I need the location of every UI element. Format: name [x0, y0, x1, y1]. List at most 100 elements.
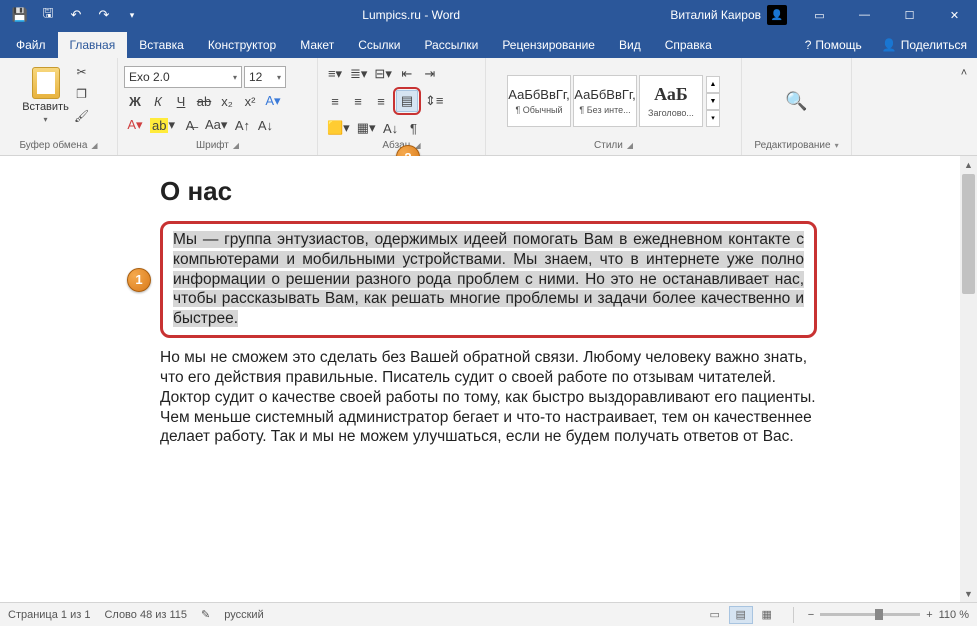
font-color-button[interactable]: A▾ — [124, 114, 146, 136]
language-indicator[interactable]: русский — [224, 609, 263, 621]
strikethrough-button[interactable]: ab — [193, 90, 215, 112]
copy-button[interactable]: ❐ — [71, 84, 93, 104]
format-painter-button[interactable]: 🖌 — [71, 106, 93, 126]
redo-icon[interactable]: ↷ — [92, 3, 116, 27]
tab-layout[interactable]: Макет — [288, 32, 346, 58]
tab-file[interactable]: Файл — [4, 32, 58, 58]
zoom-slider[interactable] — [820, 613, 920, 616]
styles-dialog-icon[interactable]: ◢ — [627, 141, 633, 150]
user-name: Виталий Каиров — [670, 8, 761, 22]
page-indicator[interactable]: Страница 1 из 1 — [8, 609, 90, 621]
tab-review[interactable]: Рецензирование — [490, 32, 607, 58]
multilevel-button[interactable]: ⊟▾ — [371, 63, 394, 85]
underline-button[interactable]: Ч — [170, 90, 192, 112]
undo-icon[interactable]: ↶ — [64, 3, 88, 27]
ribbon-options-icon[interactable]: ▭ — [797, 0, 842, 30]
align-center-button[interactable]: ≡ — [347, 90, 369, 112]
user-account[interactable]: Виталий Каиров 👤 — [670, 5, 797, 25]
font-size-combo[interactable]: 12▾ — [244, 66, 286, 88]
paste-button[interactable]: Вставить ▾ — [25, 62, 67, 128]
styles-gallery[interactable]: АаБбВвГг,¶ Обычный АаБбВвГг,¶ Без инте..… — [507, 75, 703, 127]
increase-indent-button[interactable]: ⇥ — [419, 63, 441, 85]
paragraph-1[interactable]: Мы — группа энтузиастов, одержимых идеей… — [173, 230, 804, 329]
sort-button[interactable]: A↓ — [380, 117, 402, 139]
text-effects-button[interactable]: A▾ — [262, 90, 284, 112]
subscript-button[interactable]: x₂ — [216, 90, 238, 112]
styles-scroll-down[interactable]: ▼ — [706, 93, 720, 110]
close-button[interactable]: ✕ — [932, 0, 977, 30]
help-icon: ? — [805, 38, 812, 52]
zoom-out-button[interactable]: − — [808, 609, 814, 621]
numbering-button[interactable]: ≣▾ — [347, 63, 370, 85]
collapse-ribbon-button[interactable]: ˄ — [953, 62, 975, 84]
clipboard-dialog-icon[interactable]: ◢ — [91, 141, 97, 150]
vertical-scrollbar[interactable]: ▲ ▼ — [960, 156, 977, 602]
page[interactable]: О нас 1 Мы — группа энтузиастов, одержим… — [30, 166, 947, 479]
zoom-thumb[interactable] — [875, 609, 883, 620]
scroll-down-icon[interactable]: ▼ — [960, 585, 977, 602]
tab-view[interactable]: Вид — [607, 32, 653, 58]
style-normal[interactable]: АаБбВвГг,¶ Обычный — [507, 75, 571, 127]
read-mode-button[interactable]: ▭ — [703, 606, 727, 624]
qat-dropdown-icon[interactable]: ▾ — [120, 3, 144, 27]
print-layout-button[interactable]: ▤ — [729, 606, 753, 624]
superscript-button[interactable]: x² — [239, 90, 261, 112]
highlight-button[interactable]: ab▾ — [147, 114, 178, 136]
styles-scroll-up[interactable]: ▲ — [706, 76, 720, 93]
zoom-control: − + 110 % — [808, 609, 969, 621]
share-button[interactable]: 👤Поделиться — [872, 32, 977, 58]
change-case-button[interactable]: Aa▾ — [202, 114, 230, 136]
find-button[interactable]: 🔍 — [782, 90, 810, 112]
bold-button[interactable]: Ж — [124, 90, 146, 112]
callout-1-badge: 1 — [127, 268, 151, 292]
scroll-thumb[interactable] — [962, 174, 975, 294]
show-marks-button[interactable]: ¶ — [403, 117, 425, 139]
style-heading1[interactable]: АаБЗаголово... — [639, 75, 703, 127]
ribbon: Вставить ▾ ✂ ❐ 🖌 Буфер обмена◢ Exo 2.0▾ … — [0, 58, 977, 156]
cut-button[interactable]: ✂ — [71, 62, 93, 82]
grow-font-button[interactable]: A↑ — [231, 114, 253, 136]
font-name-combo[interactable]: Exo 2.0▾ — [124, 66, 242, 88]
tab-home[interactable]: Главная — [58, 32, 128, 58]
justify-button[interactable]: ▤ — [396, 90, 418, 112]
title-bar: 💾 🖫 ↶ ↷ ▾ Lumpics.ru - Word Виталий Каир… — [0, 0, 977, 30]
align-right-button[interactable]: ≡ — [370, 90, 392, 112]
zoom-in-button[interactable]: + — [926, 609, 932, 621]
line-spacing-button[interactable]: ⇕≡ — [422, 90, 446, 112]
paste-icon — [32, 67, 60, 99]
styles-expand[interactable]: ▾ — [706, 110, 720, 127]
heading-text[interactable]: О нас — [160, 176, 817, 207]
tab-help[interactable]: Справка — [653, 32, 724, 58]
italic-button[interactable]: К — [147, 90, 169, 112]
clear-format-button[interactable]: A̶ — [179, 114, 201, 136]
minimize-button[interactable]: — — [842, 0, 887, 30]
spellcheck-icon[interactable]: ✎ — [201, 608, 210, 621]
paragraph-2[interactable]: Но мы не сможем это сделать без Вашей об… — [160, 348, 817, 447]
align-left-button[interactable]: ≡ — [324, 90, 346, 112]
tab-design[interactable]: Конструктор — [196, 32, 288, 58]
selected-text: Мы — группа энтузиастов, одержимых идеей… — [173, 231, 804, 327]
tab-insert[interactable]: Вставка — [127, 32, 196, 58]
maximize-button[interactable]: ☐ — [887, 0, 932, 30]
help-button[interactable]: ?Помощь — [795, 32, 872, 58]
window-title: Lumpics.ru - Word — [152, 8, 670, 22]
save-icon[interactable]: 🖫 — [36, 3, 60, 27]
font-dialog-icon[interactable]: ◢ — [233, 141, 239, 150]
autosave-icon[interactable]: 💾 — [8, 3, 32, 27]
window-controls: ▭ — ☐ ✕ — [797, 0, 977, 30]
shrink-font-button[interactable]: A↓ — [254, 114, 276, 136]
shading-button[interactable]: 🟨▾ — [324, 117, 353, 139]
scroll-up-icon[interactable]: ▲ — [960, 156, 977, 173]
borders-button[interactable]: ▦▾ — [354, 117, 379, 139]
tab-mailings[interactable]: Рассылки — [412, 32, 490, 58]
zoom-level[interactable]: 110 % — [939, 609, 969, 621]
web-layout-button[interactable]: ▦ — [755, 606, 779, 624]
decrease-indent-button[interactable]: ⇤ — [396, 63, 418, 85]
justify-icon: ▤ — [401, 93, 413, 109]
word-count[interactable]: Слово 48 из 115 — [104, 609, 187, 621]
style-no-spacing[interactable]: АаБбВвГг,¶ Без инте... — [573, 75, 637, 127]
search-icon: 🔍 — [785, 91, 807, 112]
bullets-button[interactable]: ≡▾ — [324, 63, 346, 85]
copy-icon: ❐ — [76, 87, 87, 101]
tab-references[interactable]: Ссылки — [346, 32, 412, 58]
